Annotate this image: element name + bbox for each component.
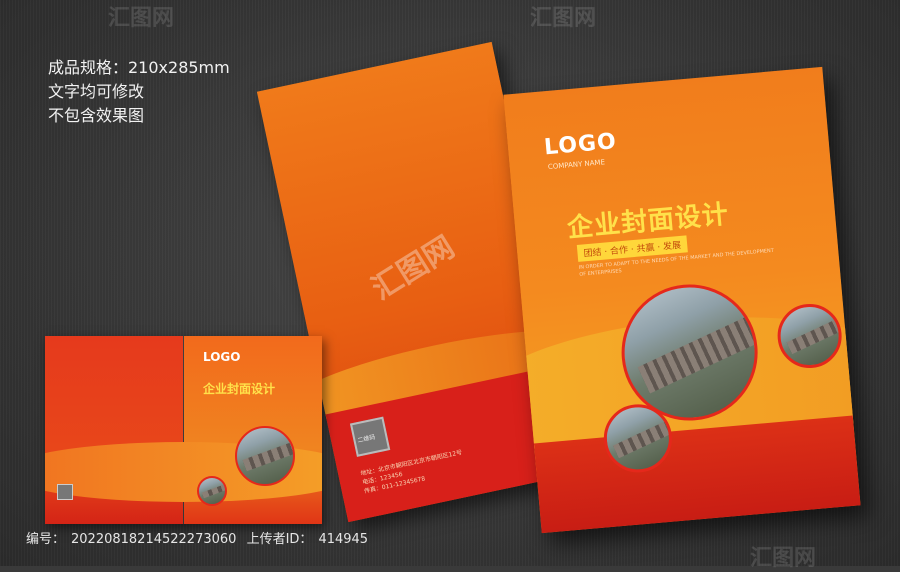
flat-spread-preview: LOGO 企业封面设计 (45, 336, 322, 524)
footer-info: 编号： 20220818214522273060 上传者ID： 414945 (0, 528, 900, 552)
spread-logo: LOGO (203, 350, 241, 364)
front-cover-company-name: COMPANY NAME (547, 158, 606, 172)
id-value: 20220818214522273060 (71, 532, 237, 547)
spread-title: 企业封面设计 (203, 382, 276, 396)
spec-text-block: 成品规格：210x285mm 文字均可修改 不包含效果图 (48, 56, 230, 128)
front-cover-logo: LOGO (543, 129, 618, 161)
spec-line-editable: 文字均可修改 (48, 82, 145, 101)
uploader-label: 上传者ID： (246, 532, 313, 547)
id-label: 编号： (26, 532, 66, 547)
spread-qr-placeholder (57, 484, 73, 500)
uploader-value: 414945 (318, 532, 369, 547)
spec-line-size: 成品规格：210x285mm (48, 58, 230, 77)
front-cover: LOGO COMPANY NAME 企业封面设计 团结 · 合作 · 共赢 · … (503, 66, 861, 534)
front-cover-title: 企业封面设计 (566, 199, 731, 244)
watermark-logo: 汇图网 (365, 229, 461, 308)
spec-line-exclusion: 不包含效果图 (48, 106, 145, 125)
spread-photo-circle (197, 476, 227, 506)
watermark-logo: 汇图网 (108, 6, 175, 31)
spread-photo-circle (235, 426, 295, 486)
watermark-logo: 汇图网 (530, 6, 597, 31)
